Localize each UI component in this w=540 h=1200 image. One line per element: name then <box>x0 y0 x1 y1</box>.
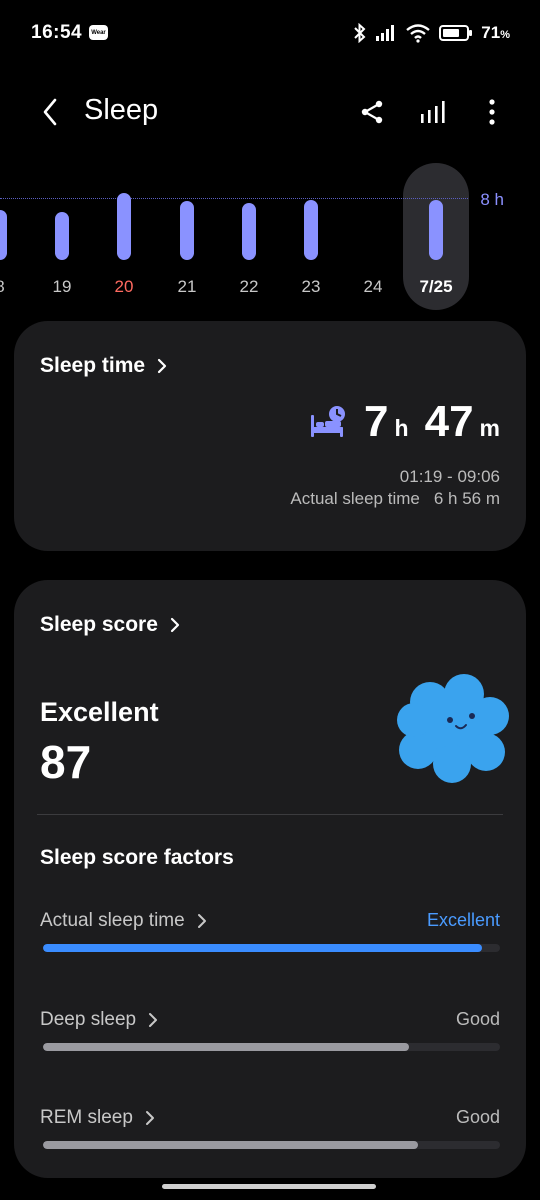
sleep-score-card[interactable]: Sleep score Excellent 87 Sleep score fac… <box>14 580 526 1178</box>
share-button[interactable] <box>356 94 388 130</box>
factor-actual-sleep-time[interactable]: Actual sleep time Excellent <box>40 910 500 954</box>
day-label[interactable]: 21 <box>167 277 207 297</box>
factor-name: Deep sleep <box>40 1009 158 1031</box>
sleep-range: 01:19 - 09:06 <box>399 467 500 486</box>
sleep-bar[interactable] <box>180 201 194 260</box>
status-icons: 71% <box>353 23 510 43</box>
back-button[interactable] <box>34 94 66 130</box>
day-label[interactable]: 22 <box>229 277 269 297</box>
chevron-right-icon <box>197 914 206 928</box>
sleep-bar[interactable] <box>55 211 69 260</box>
factor-rem-sleep[interactable]: REM sleep Good <box>40 1107 500 1151</box>
sleep-score-heading[interactable]: Sleep score <box>40 613 180 637</box>
more-options-button[interactable] <box>476 94 508 130</box>
factor-rating: Excellent <box>426 910 500 930</box>
bed-clock-icon <box>311 406 346 437</box>
sleep-minutes: 47 <box>424 397 474 446</box>
signal-icon <box>376 25 395 41</box>
factor-label: Actual sleep time <box>40 910 185 931</box>
factor-label: Deep sleep <box>40 1009 137 1030</box>
status-bar: 16:54 Wear 71% <box>0 0 540 66</box>
score-rating: Excellent <box>40 697 159 727</box>
back-icon <box>43 98 57 126</box>
stats-button[interactable] <box>416 94 448 130</box>
day-label[interactable]: 20 <box>104 277 144 297</box>
bar-chart-icon <box>421 101 445 123</box>
sleep-minutes-unit: m <box>479 415 500 441</box>
factor-progress-track <box>43 1141 500 1149</box>
day-label[interactable]: 19 <box>42 277 82 297</box>
sleep-bar[interactable] <box>429 199 443 260</box>
actual-sleep-value: 6 h 56 m <box>433 489 500 508</box>
page-title: Sleep <box>84 94 159 126</box>
cloud-mascot-icon <box>397 674 509 783</box>
actual-sleep-label: Actual sleep time <box>290 489 420 508</box>
sleep-bar[interactable] <box>242 202 256 260</box>
factor-progress-track <box>43 944 500 952</box>
target-label: 8 h <box>480 190 504 209</box>
factor-progress-fill <box>43 944 482 952</box>
app-bar-actions <box>356 94 508 130</box>
sleep-time-heading[interactable]: Sleep time <box>40 354 167 378</box>
factor-name: REM sleep <box>40 1107 155 1129</box>
home-indicator[interactable] <box>162 1184 376 1189</box>
divider <box>37 814 503 815</box>
wear-app-icon: Wear <box>89 25 108 40</box>
daily-sleep-chart[interactable]: 8 h 8 19 20 21 22 23 24 7/25 <box>0 160 540 310</box>
actual-sleep-time: Actual sleep time 6 h 56 m <box>290 489 500 509</box>
app-bar: Sleep <box>0 80 540 144</box>
factor-rating: Good <box>455 1107 500 1127</box>
bluetooth-icon <box>354 23 366 43</box>
factor-label: REM sleep <box>40 1107 133 1128</box>
chevron-right-icon <box>149 1013 158 1027</box>
day-label[interactable]: 24 <box>353 277 393 297</box>
more-vertical-icon <box>489 99 495 125</box>
sleep-hours-unit: h <box>394 415 409 441</box>
sleep-total: 7 h 47 m <box>308 397 500 447</box>
day-label[interactable]: 23 <box>291 277 331 297</box>
chevron-right-icon <box>145 1111 154 1125</box>
factor-deep-sleep[interactable]: Deep sleep Good <box>40 1009 500 1053</box>
share-icon <box>361 100 383 124</box>
day-label[interactable]: 8 <box>0 277 20 297</box>
sleep-time-card[interactable]: Sleep time 7 h 47 m 01:19 - 09:06 Actual… <box>14 321 526 551</box>
battery-percent: 71% <box>481 23 510 42</box>
sleep-hours: 7 <box>364 397 389 446</box>
factor-progress-fill <box>43 1043 409 1051</box>
sleep-bar[interactable] <box>117 193 131 260</box>
chevron-right-icon <box>157 358 167 374</box>
factor-progress-track <box>43 1043 500 1051</box>
sleep-bar[interactable] <box>304 199 318 260</box>
sleep-score-heading-label: Sleep score <box>40 613 158 636</box>
wifi-icon <box>406 24 431 43</box>
chevron-right-icon <box>170 617 180 633</box>
status-time: 16:54 <box>31 22 83 43</box>
day-label[interactable]: 7/25 <box>406 277 466 297</box>
sleep-time-heading-label: Sleep time <box>40 354 146 377</box>
score-value: 87 <box>40 736 92 788</box>
battery-icon <box>439 25 473 41</box>
factor-name: Actual sleep time <box>40 910 207 932</box>
factors-title: Sleep score factors <box>40 846 234 869</box>
sleep-bar[interactable] <box>0 210 7 260</box>
factor-rating: Good <box>455 1009 500 1029</box>
target-line <box>0 198 468 199</box>
factor-progress-fill <box>43 1141 418 1149</box>
